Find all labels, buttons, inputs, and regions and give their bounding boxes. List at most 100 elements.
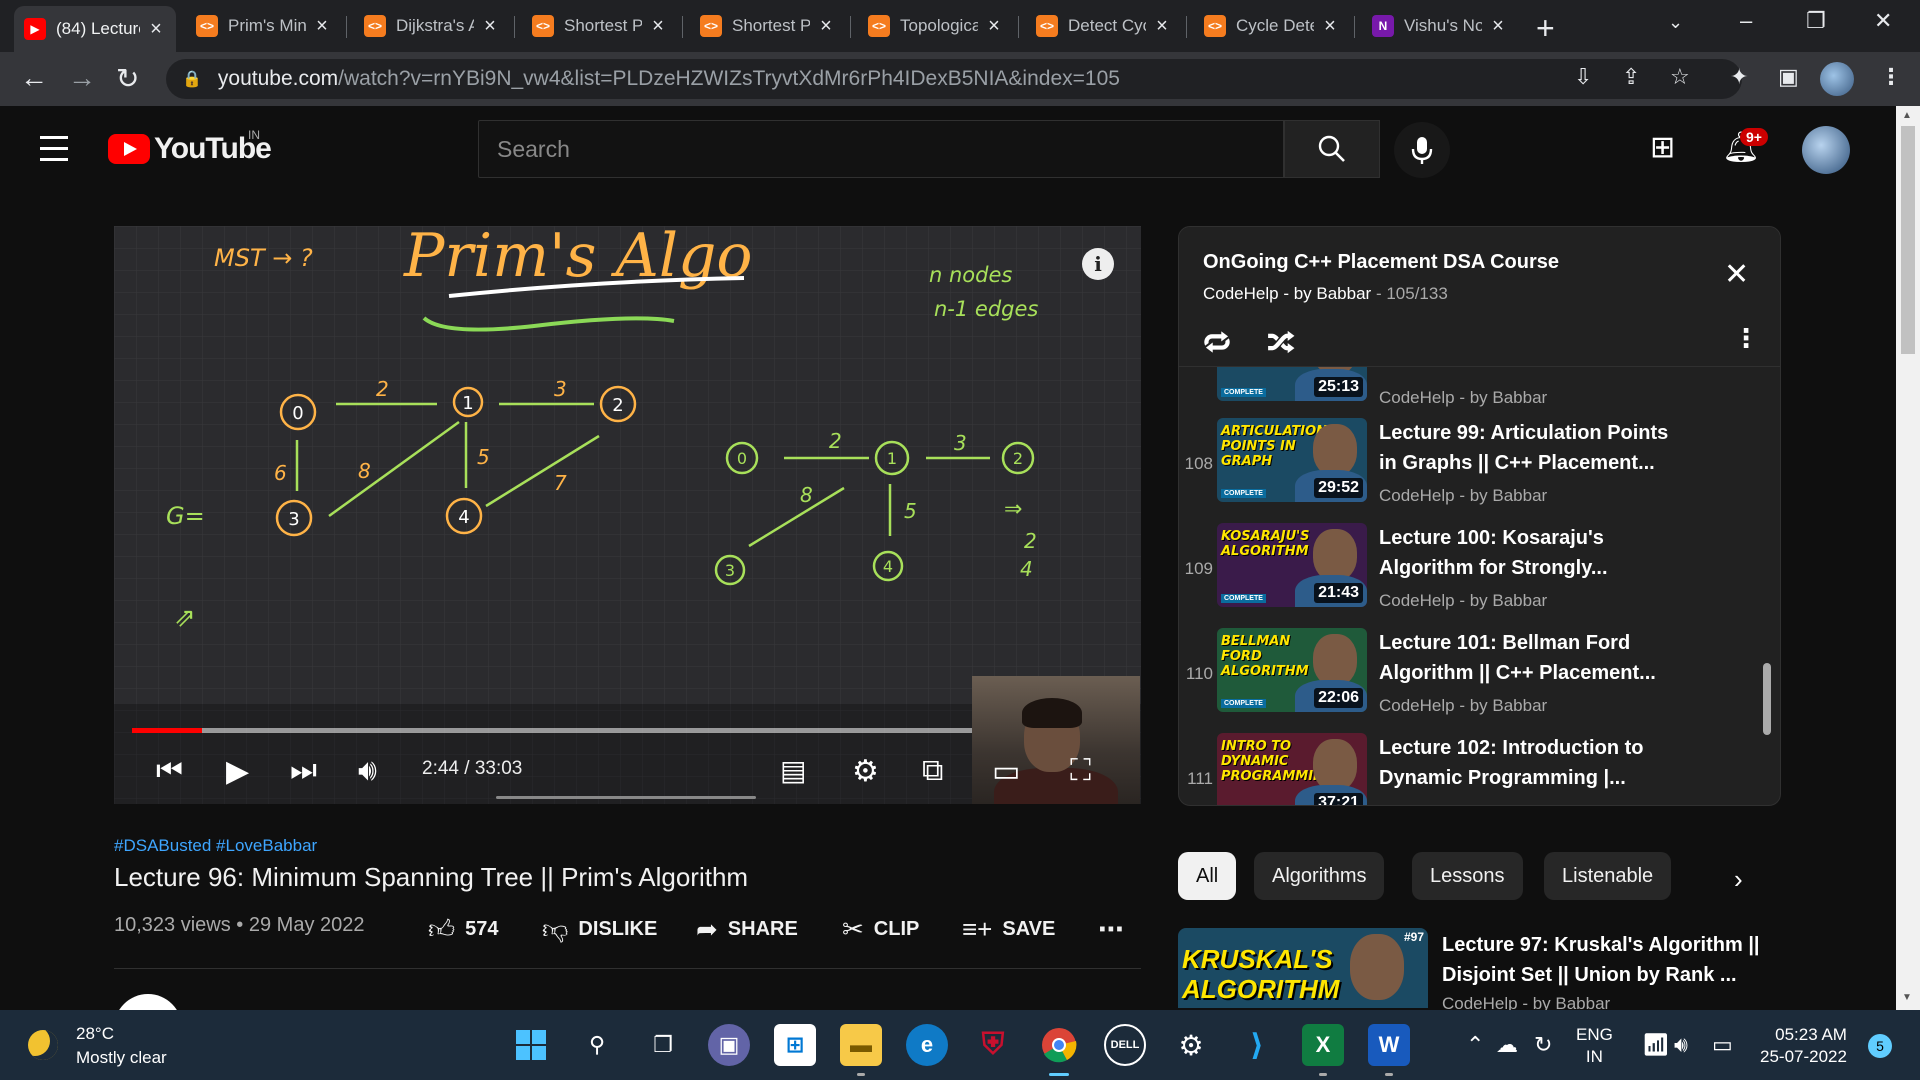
- close-icon[interactable]: ×: [312, 15, 332, 38]
- miniplayer-icon[interactable]: ⧉: [922, 754, 943, 788]
- tab-topological[interactable]: <> Topological Sort ×: [858, 8, 1014, 44]
- playlist-item[interactable]: 109 KOSARAJU'S ALGORITHM COMPLETE 21:43 …: [1179, 523, 1769, 628]
- info-icon[interactable]: i: [1082, 248, 1114, 280]
- search-icon[interactable]: ⚲: [576, 1024, 618, 1066]
- close-window-button[interactable]: ✕: [1874, 8, 1892, 34]
- like-button[interactable]: 👍︎ 574: [428, 914, 499, 945]
- settings-gear-icon[interactable]: ⚙: [852, 754, 879, 789]
- moon-icon[interactable]: [28, 1030, 58, 1060]
- search-button[interactable]: [1284, 120, 1380, 178]
- theater-mode-icon[interactable]: ▭: [992, 754, 1020, 789]
- onedrive-cloud-icon[interactable]: ☁: [1496, 1032, 1518, 1058]
- file-explorer-icon[interactable]: ▬: [840, 1024, 882, 1076]
- share-icon[interactable]: ⇪: [1622, 64, 1640, 90]
- playlist-item[interactable]: 110 BELLMAN FORD ALGORITHM COMPLETE 22:0…: [1179, 628, 1769, 733]
- save-button[interactable]: ≡+ SAVE: [962, 914, 1055, 945]
- share-button[interactable]: ➦ SHARE: [696, 914, 798, 945]
- chevron-right-icon[interactable]: ›: [1734, 864, 1743, 895]
- chip-listenable[interactable]: Listenable: [1544, 852, 1672, 900]
- new-tab-button[interactable]: +: [1536, 10, 1555, 47]
- recommended-thumbnail[interactable]: KRUSKAL'S ALGORITHM #97: [1178, 928, 1428, 1008]
- language-indicator[interactable]: ENG IN: [1576, 1024, 1613, 1068]
- notification-count-badge[interactable]: 5: [1868, 1034, 1892, 1058]
- close-icon[interactable]: ✕: [1724, 257, 1749, 292]
- extensions-icon[interactable]: ✦: [1730, 64, 1748, 90]
- close-icon[interactable]: ×: [648, 15, 668, 38]
- forward-button[interactable]: →: [68, 62, 96, 94]
- shuffle-icon[interactable]: 🔀︎: [1267, 321, 1295, 363]
- dislike-button[interactable]: 👎︎ DISLIKE: [542, 914, 657, 945]
- tab-dijkstra[interactable]: <> Dijkstra's Algorithm ×: [354, 8, 510, 44]
- dell-icon[interactable]: DELL: [1104, 1024, 1146, 1066]
- playlist-item[interactable]: COMPLETE 25:13 CodeHelp - by Babbar: [1179, 367, 1769, 412]
- subtitles-icon[interactable]: ▤: [780, 754, 806, 787]
- hashtags[interactable]: #DSABusted #LoveBabbar: [114, 836, 317, 856]
- playlist-item[interactable]: 108 ARTICULATION POINTS IN GRAPH COMPLET…: [1179, 418, 1769, 523]
- store-icon[interactable]: ⊞: [774, 1024, 816, 1066]
- task-view-icon[interactable]: ❐: [642, 1024, 684, 1066]
- scrollbar-thumb[interactable]: [1901, 126, 1915, 354]
- mcafee-icon[interactable]: ⛨: [972, 1024, 1014, 1066]
- volume-icon[interactable]: 🔊︎: [358, 754, 377, 788]
- url-input[interactable]: 🔒 youtube.com/watch?v=rnYBi9N_vw4&list=P…: [166, 59, 1742, 99]
- chevron-up-icon[interactable]: ⌃: [1466, 1032, 1484, 1058]
- close-icon[interactable]: ×: [1152, 15, 1172, 38]
- account-avatar[interactable]: [1802, 126, 1850, 174]
- progress-bar[interactable]: [132, 728, 972, 733]
- reload-button[interactable]: ↻: [116, 62, 139, 95]
- hamburger-menu-icon[interactable]: [40, 136, 68, 169]
- tab-cycle-detection[interactable]: <> Cycle Detection ×: [1194, 8, 1350, 44]
- install-icon[interactable]: ⇩: [1574, 64, 1592, 90]
- word-icon[interactable]: W: [1368, 1024, 1410, 1076]
- playlist-title[interactable]: OnGoing C++ Placement DSA Course: [1203, 251, 1559, 274]
- more-actions-button[interactable]: ⋯: [1098, 914, 1124, 945]
- wifi-icon[interactable]: 📶︎: [1642, 1032, 1670, 1058]
- teams-chat-icon[interactable]: ▣: [708, 1024, 750, 1066]
- vscode-icon[interactable]: ⟩: [1236, 1024, 1278, 1066]
- tab-prims[interactable]: <> Prim's Minimum Spanning Tree ×: [186, 8, 342, 44]
- close-icon[interactable]: ×: [146, 18, 166, 41]
- sync-icon[interactable]: ↻: [1534, 1032, 1552, 1058]
- profile-avatar[interactable]: [1820, 62, 1854, 96]
- tab-youtube[interactable]: ▶ (84) Lecture 96: Minimum Spanning Tree…: [14, 6, 176, 52]
- close-icon[interactable]: ×: [480, 15, 500, 38]
- chip-lessons[interactable]: Lessons: [1412, 852, 1523, 900]
- battery-icon[interactable]: ▭: [1712, 1032, 1733, 1058]
- fullscreen-icon[interactable]: ⛶: [1070, 754, 1091, 788]
- bookmark-star-icon[interactable]: ☆: [1670, 64, 1690, 90]
- play-button[interactable]: ▶: [226, 754, 249, 789]
- youtube-logo[interactable]: YouTube IN: [108, 128, 272, 166]
- playlist-scrollbar[interactable]: [1763, 663, 1771, 735]
- close-icon[interactable]: ×: [984, 15, 1004, 38]
- next-button[interactable]: ⏭: [290, 754, 317, 788]
- tab-shortest-dag[interactable]: <> Shortest Path in DAG ×: [522, 8, 678, 44]
- settings-gear-icon[interactable]: ⚙: [1170, 1024, 1212, 1066]
- close-icon[interactable]: ×: [816, 15, 836, 38]
- voice-search-button[interactable]: [1394, 122, 1450, 178]
- chip-algorithms[interactable]: Algorithms: [1254, 852, 1385, 900]
- start-button[interactable]: [510, 1024, 552, 1066]
- clock[interactable]: 05:23 AM 25-07-2022: [1760, 1024, 1847, 1068]
- restore-button[interactable]: ❐: [1806, 8, 1826, 34]
- create-video-icon[interactable]: ⊞: [1650, 130, 1675, 165]
- tab-shortest-graph[interactable]: <> Shortest Path in Graph ×: [690, 8, 846, 44]
- page-scrollbar[interactable]: ▲ ▼: [1896, 106, 1920, 1010]
- back-button[interactable]: ←: [20, 62, 48, 94]
- chrome-icon[interactable]: [1038, 1024, 1080, 1076]
- speaker-icon[interactable]: 🔊︎: [1674, 1032, 1688, 1058]
- menu-icon[interactable]: ⋮: [1880, 64, 1902, 90]
- chip-all[interactable]: All: [1178, 852, 1237, 900]
- more-options-icon[interactable]: ⋮: [1733, 323, 1759, 354]
- tab-detect-cycle[interactable]: <> Detect Cycle in Graph ×: [1026, 8, 1182, 44]
- tab-onenote[interactable]: N Vishu's Notebook ×: [1362, 8, 1518, 44]
- close-icon[interactable]: ×: [1488, 15, 1508, 38]
- loop-icon[interactable]: 🔁︎: [1203, 321, 1231, 363]
- playlist-item[interactable]: 111 INTRO TO DYNAMIC PROGRAMMING 37:21 L…: [1179, 733, 1769, 805]
- close-icon[interactable]: ×: [1320, 15, 1340, 38]
- edge-icon[interactable]: e: [906, 1024, 948, 1066]
- playlist-owner[interactable]: CodeHelp - by Babbar: [1203, 284, 1371, 303]
- excel-icon[interactable]: X: [1302, 1024, 1344, 1076]
- minimize-button[interactable]: –: [1740, 8, 1752, 34]
- search-input[interactable]: Search: [478, 120, 1284, 178]
- clip-button[interactable]: ✂ CLIP: [842, 914, 919, 945]
